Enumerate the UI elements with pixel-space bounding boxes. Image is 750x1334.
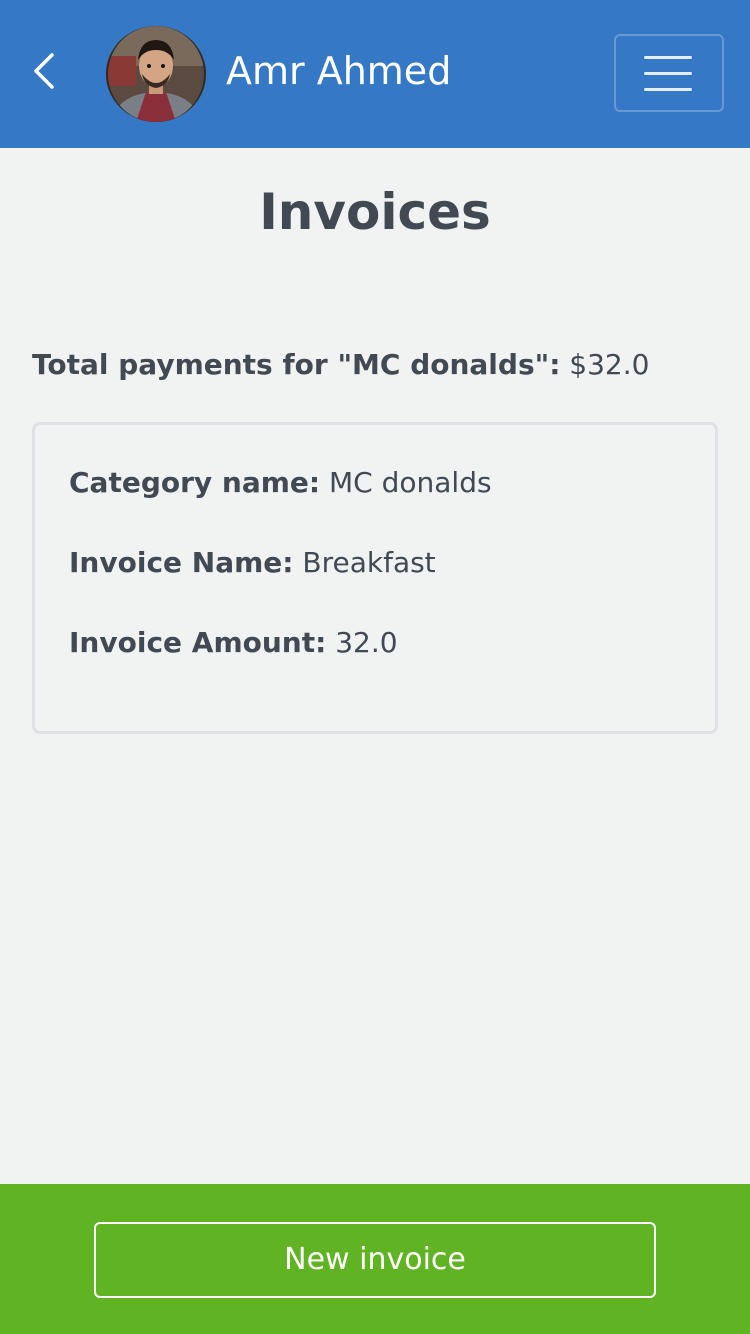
invoice-card[interactable]: Category name: MC donalds Invoice Name: …: [32, 422, 718, 734]
page-title: Invoices: [259, 183, 491, 241]
invoice-amount-label: Invoice Amount:: [69, 626, 327, 659]
invoice-name-value: Breakfast: [302, 546, 436, 579]
avatar: [106, 26, 206, 122]
invoice-amount-row: Invoice Amount: 32.0: [69, 623, 398, 663]
footer-bar: New invoice: [0, 1184, 750, 1334]
user-name: Amr Ahmed: [226, 49, 452, 93]
hamburger-menu-icon: [644, 56, 692, 91]
total-payments-value: $32.0: [569, 348, 650, 381]
category-label: Category name:: [69, 466, 321, 499]
total-payments-label: Total payments for "MC donalds":: [32, 348, 561, 381]
back-button[interactable]: [22, 44, 66, 98]
invoice-amount-value: 32.0: [335, 626, 398, 659]
invoice-name-label: Invoice Name:: [69, 546, 294, 579]
new-invoice-button[interactable]: New invoice: [94, 1222, 656, 1298]
category-value: MC donalds: [329, 466, 492, 499]
menu-button[interactable]: [614, 34, 724, 112]
app-header: Amr Ahmed: [0, 0, 750, 148]
total-payments: Total payments for "MC donalds": $32.0: [32, 344, 649, 386]
invoice-name-row: Invoice Name: Breakfast: [69, 543, 436, 583]
chevron-left-icon: [34, 53, 54, 89]
category-row: Category name: MC donalds: [69, 463, 492, 503]
